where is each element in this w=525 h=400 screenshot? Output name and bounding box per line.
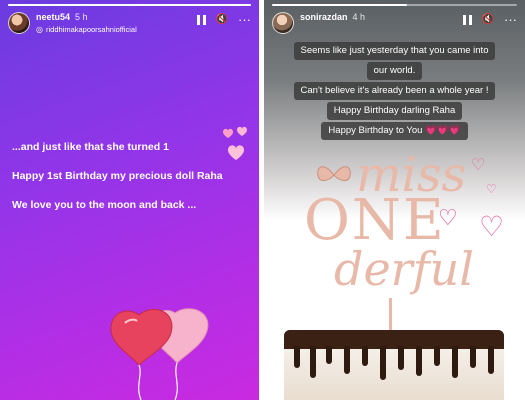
avatar[interactable] (272, 12, 294, 34)
story-controls: 🔇 ··· (187, 13, 251, 26)
caption-line: Happy Birthday to You 💗💗💗 (321, 122, 468, 140)
topper-word-derful: derful (334, 242, 475, 296)
story-progress-fill (8, 4, 251, 6)
cake-drip (380, 346, 386, 380)
caption-line: Can't believe it's already been a whole … (293, 82, 496, 100)
story-progress-bar (272, 4, 517, 6)
story-text-line: Happy 1st Birthday my precious doll Raha (12, 170, 223, 182)
caption-line: Seems like just yesterday that you came … (293, 42, 496, 60)
cake-drip (416, 346, 422, 376)
cake-topper: miss ONE derful (294, 150, 494, 332)
caption-line: Happy Birthday darling Raha (326, 102, 463, 120)
cake-drip (362, 346, 368, 366)
timestamp: 4 h (352, 12, 366, 22)
timestamp: 5 h (75, 12, 88, 22)
avatar[interactable] (8, 12, 30, 34)
cake-drip (344, 346, 350, 374)
story-progress-bar (8, 4, 251, 6)
story-meta: sonirazdan 4 h (300, 12, 453, 23)
tag-icon: ◎ (36, 25, 43, 34)
cake-drip (310, 346, 316, 378)
heart-outline-icon: ♡ (471, 157, 486, 174)
speaker-off-icon[interactable]: 🔇 (482, 14, 494, 25)
cake-drip (294, 346, 300, 368)
pause-icon[interactable] (462, 14, 472, 25)
heart-outline-icon: ♡ (438, 205, 458, 230)
story-left[interactable]: neetu54 5 h ◎ riddhimakapoorsahniofficia… (0, 0, 259, 400)
heart-outline-icon: ♡ (479, 211, 505, 242)
username[interactable]: sonirazdan (300, 12, 348, 23)
story-text-line: ...and just like that she turned 1 (12, 141, 169, 153)
story-header: neetu54 5 h ◎ riddhimakapoorsahniofficia… (8, 12, 251, 38)
story-controls: 🔇 ··· (453, 13, 517, 26)
story-text-line: We love you to the moon and back ... (12, 199, 197, 211)
cake-drip (488, 346, 494, 374)
more-dots-icon[interactable]: ··· (238, 13, 251, 26)
story-meta: neetu54 5 h ◎ riddhimakapoorsahniofficia… (36, 12, 187, 35)
story-progress-fill (272, 4, 407, 6)
heart-outline-icon: ♡ (486, 182, 497, 196)
balloons-sticker-icon (110, 308, 209, 400)
caption-stack: Seems like just yesterday that you came … (264, 42, 525, 142)
username[interactable]: neetu54 (36, 12, 70, 23)
story-text-block: ...and just like that she turned 1 Happy… (12, 140, 252, 227)
story-header: sonirazdan 4 h 🔇 ··· (272, 12, 517, 38)
tagged-user[interactable]: riddhimakapoorsahniofficial (46, 25, 137, 35)
cake-drip (398, 346, 404, 370)
caption-line: our world. (366, 62, 423, 80)
speaker-off-icon[interactable]: 🔇 (216, 14, 228, 25)
cake-drip (434, 346, 440, 366)
cake-drip (452, 346, 458, 378)
more-dots-icon[interactable]: ··· (504, 13, 517, 26)
cake-drip (326, 346, 332, 364)
bow-icon (317, 166, 351, 182)
topper-stick (389, 298, 392, 332)
cake-drip (470, 346, 476, 368)
story-right[interactable]: sonirazdan 4 h 🔇 ··· Seems like just yes… (264, 0, 525, 400)
pause-icon[interactable] (196, 14, 206, 25)
